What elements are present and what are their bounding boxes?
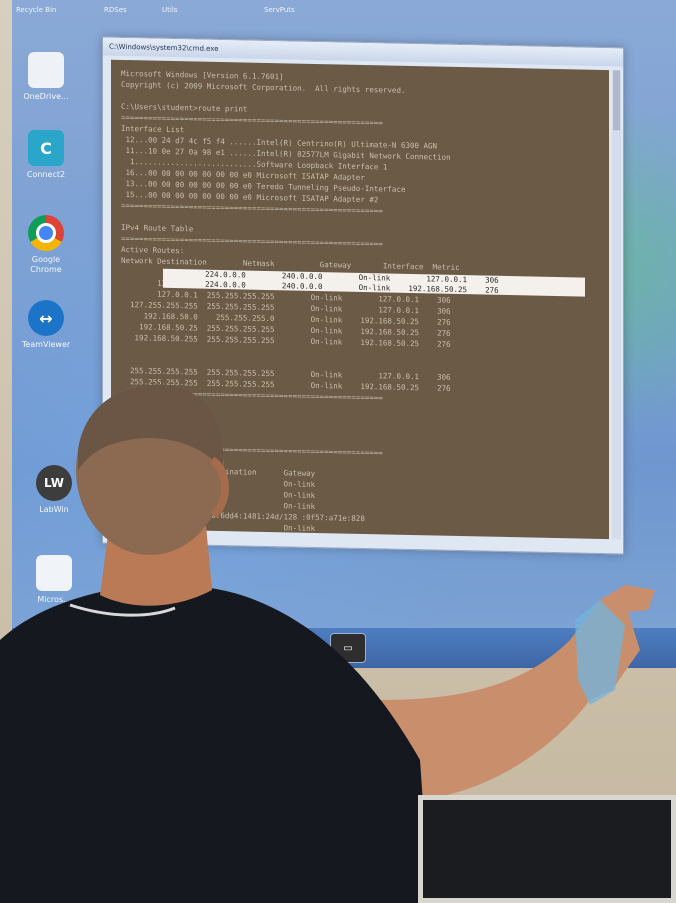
- desktop-label-servputs[interactable]: ServPuts: [264, 6, 295, 14]
- desktop-icon-onedrive[interactable]: OneDrive...: [18, 52, 74, 102]
- command-prompt-window[interactable]: C:\Windows\system32\cmd.exe Microsoft Wi…: [102, 36, 624, 555]
- taskbar-labwin-button[interactable]: LW: [284, 633, 312, 661]
- projected-desktop: Recycle Bin RDSes Utils ServPuts OneDriv…: [12, 0, 676, 668]
- chrome-icon: [28, 215, 64, 251]
- desk-monitor: [418, 795, 676, 903]
- document-icon: [36, 555, 72, 591]
- document-icon: [28, 52, 64, 88]
- desktop-top-icon-row: Recycle Bin RDSes Utils ServPuts: [12, 0, 676, 20]
- taskbar-cmd-button[interactable]: ▭: [330, 633, 366, 663]
- labwin-icon: LW: [36, 465, 72, 501]
- desktop-icon-label: LabWin: [39, 505, 69, 514]
- teamviewer-icon: ↔: [28, 300, 64, 336]
- window-title: C:\Windows\system32\cmd.exe: [109, 42, 219, 53]
- scrollbar-thumb[interactable]: [613, 70, 620, 131]
- console-output[interactable]: Microsoft Windows [Version 6.1.7601] Copy…: [111, 59, 609, 540]
- desktop-icon-label: Google Chrome: [30, 255, 62, 274]
- desktop-icon-document[interactable]: Micros...: [26, 555, 82, 605]
- desktop-icon-label: Connect2: [26, 170, 66, 179]
- desktop-icon-label: Micros...: [37, 595, 71, 604]
- desktop-icon-labwin[interactable]: LW LabWin: [26, 465, 82, 515]
- desktop-icon-label: OneDrive...: [23, 92, 69, 101]
- desktop-label-rdses[interactable]: RDSes: [104, 6, 127, 14]
- desktop-icon-connect2[interactable]: C Connect2: [18, 130, 74, 180]
- desktop-label-utils[interactable]: Utils: [162, 6, 177, 14]
- desktop-icon-teamviewer[interactable]: ↔ TeamViewer: [18, 300, 74, 350]
- desktop-icon-chrome[interactable]: Google Chrome: [18, 215, 74, 274]
- desktop-icon-label: TeamViewer: [21, 340, 71, 349]
- desktop-label-recycle-bin[interactable]: Recycle Bin: [16, 6, 56, 14]
- connect-icon: C: [28, 130, 64, 166]
- taskbar: LW ▭: [12, 628, 676, 668]
- vertical-scrollbar[interactable]: [612, 70, 621, 540]
